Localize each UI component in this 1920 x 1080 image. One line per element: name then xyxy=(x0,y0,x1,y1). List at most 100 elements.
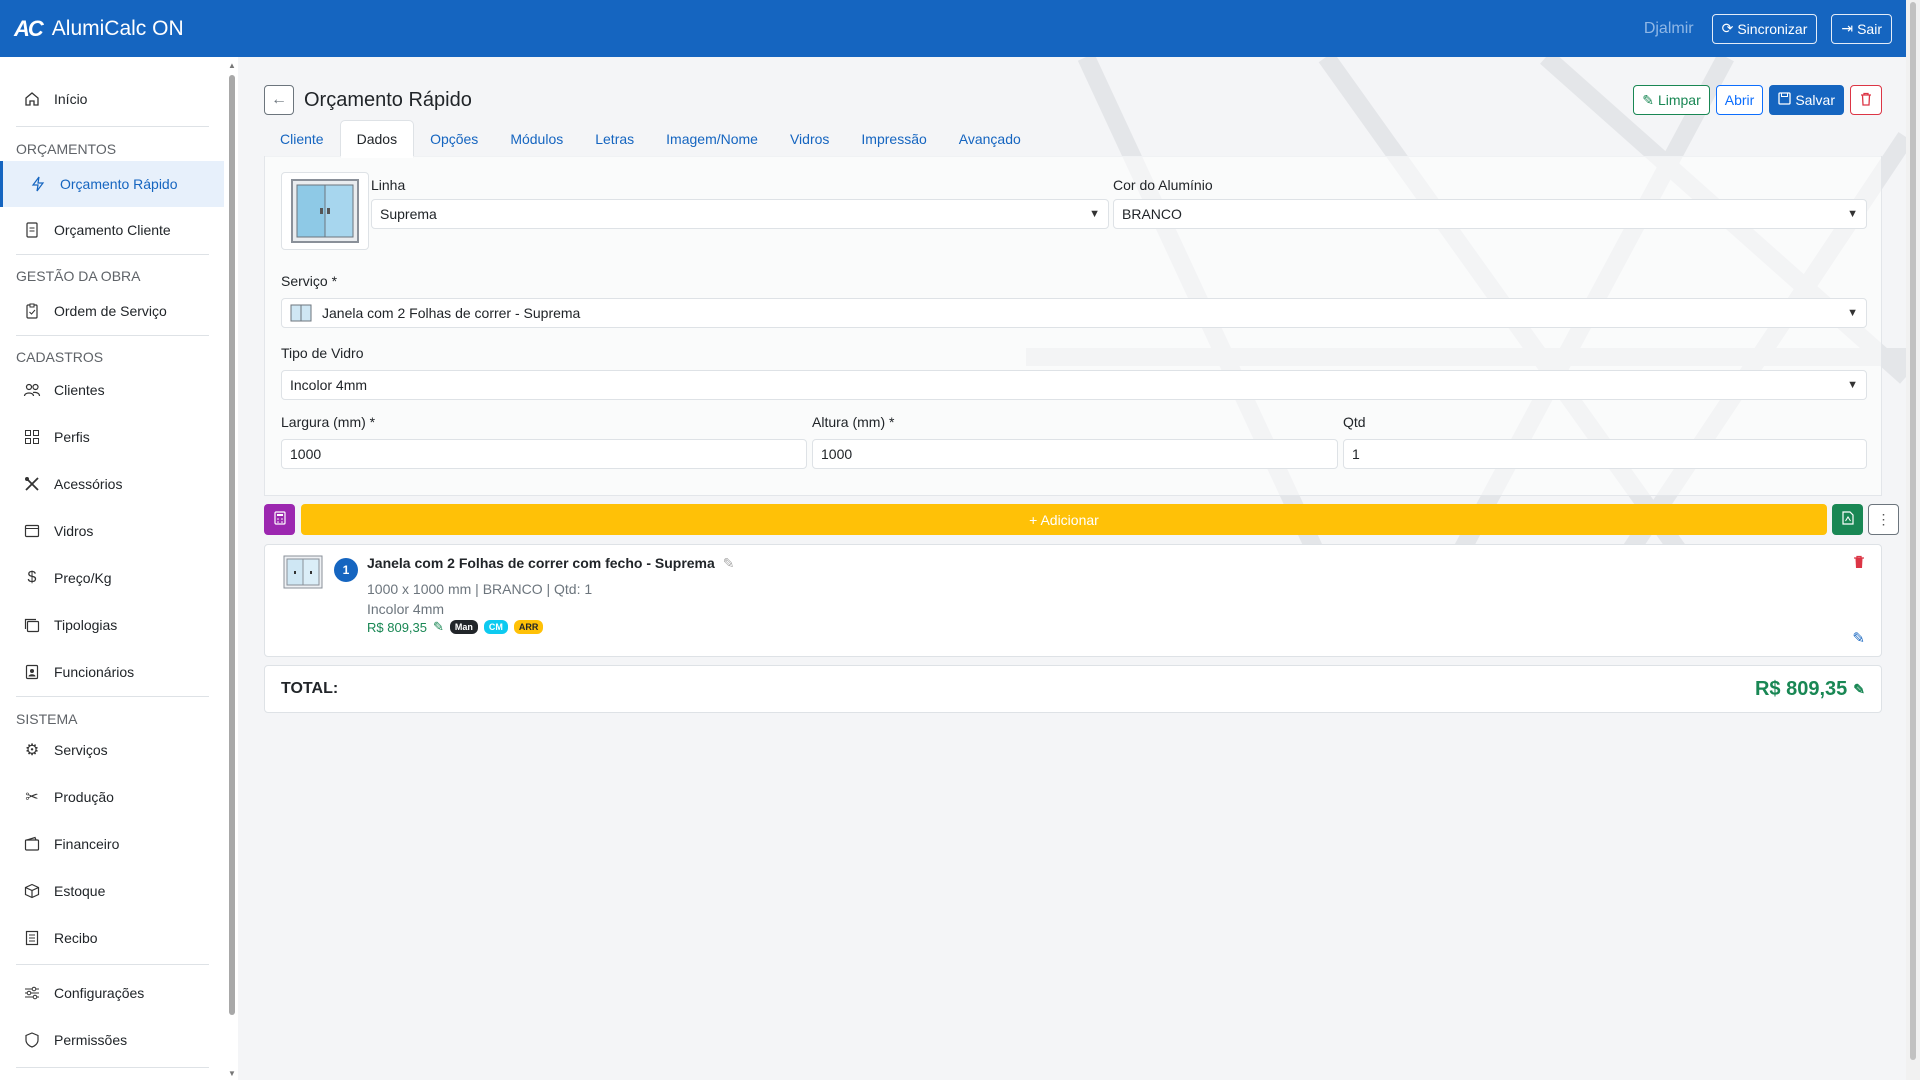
tab-modulos[interactable]: Módulos xyxy=(494,120,579,157)
sidebar-item-tipologias[interactable]: Tipologias xyxy=(0,605,224,645)
people-icon xyxy=(22,380,42,400)
pencil-icon[interactable]: ✎ xyxy=(1853,681,1865,698)
tab-letras[interactable]: Letras xyxy=(579,120,650,157)
item-title[interactable]: Janela com 2 Folhas de correr com fecho … xyxy=(367,555,734,572)
qtd-input[interactable]: 1 xyxy=(1343,439,1867,469)
file-pdf-icon xyxy=(1841,510,1854,529)
badge-man: Man xyxy=(449,620,478,634)
calculator-button[interactable] xyxy=(264,504,295,535)
item-glass: Incolor 4mm xyxy=(367,601,445,617)
tab-vidros[interactable]: Vidros xyxy=(774,120,845,157)
trash-icon xyxy=(1853,555,1865,572)
page-scrollbar-thumb[interactable] xyxy=(1910,2,1916,1060)
tab-avancado[interactable]: Avançado xyxy=(943,120,1037,157)
abrir-button[interactable]: Abrir xyxy=(1715,85,1764,115)
app-name: AlumiCalc ON xyxy=(51,16,184,40)
sidebar-item-ordem-servico[interactable]: Ordem de Serviço xyxy=(0,291,224,331)
arrow-left-icon: ← xyxy=(271,91,287,108)
item-price-row: R$ 809,35 ✎ Man CM ARR xyxy=(367,619,544,635)
sidebar-item-label: Acessórios xyxy=(54,476,123,492)
window-small-icon xyxy=(290,304,312,322)
sidebar-item-label: Serviços xyxy=(54,742,108,758)
page-header: ← Orçamento Rápido ✎ Limpar Abrir Salvar xyxy=(264,84,1882,116)
gear-icon: ⚙ xyxy=(24,742,40,759)
cor-select[interactable]: BRANCO ▼ xyxy=(1113,199,1867,229)
total-value-row: R$ 809,35 ✎ xyxy=(1755,678,1865,701)
divider xyxy=(16,335,209,336)
add-button[interactable]: + Adicionar xyxy=(301,504,1827,535)
sidebar-item-servicos[interactable]: ⚙ Serviços xyxy=(0,730,224,770)
sidebar-item-label: Tipologias xyxy=(54,617,118,633)
lightning-icon xyxy=(28,174,48,194)
pencil-icon[interactable]: ✎ xyxy=(723,555,735,571)
sidebar-item-financeiro[interactable]: Financeiro xyxy=(0,824,224,864)
top-navbar: AC AlumiCalc ON Djalmir ⟳ Sincronizar ⇥ … xyxy=(0,0,1906,57)
logout-button[interactable]: ⇥ Sair xyxy=(1831,13,1892,44)
item-edit-button[interactable]: ✎ xyxy=(1852,629,1865,647)
tab-opcoes[interactable]: Opções xyxy=(414,120,494,157)
sidebar-scrollbar[interactable] xyxy=(227,57,237,1080)
tab-dados[interactable]: Dados xyxy=(339,120,415,158)
sidebar-item-perfis[interactable]: Perfis xyxy=(0,417,224,457)
sidebar-item-configuracoes[interactable]: Configurações xyxy=(0,973,224,1013)
receipt-icon xyxy=(22,928,42,948)
sidebar-item-vidros[interactable]: Vidros xyxy=(0,511,224,551)
delete-button[interactable] xyxy=(1850,85,1882,115)
tools-icon xyxy=(22,474,42,494)
item-delete-button[interactable] xyxy=(1853,555,1865,572)
floppy-icon xyxy=(1778,92,1791,108)
altura-value: 1000 xyxy=(821,446,853,462)
brand[interactable]: AC AlumiCalc ON xyxy=(14,16,184,42)
largura-label: Largura (mm) * xyxy=(281,414,376,430)
sidebar-item-clientes[interactable]: Clientes xyxy=(0,370,224,410)
largura-input[interactable]: 1000 xyxy=(281,439,807,469)
sidebar-item-permissoes[interactable]: Permissões xyxy=(0,1020,224,1060)
sidebar-item-orcamento-rapido[interactable]: Orçamento Rápido xyxy=(0,161,224,207)
chevron-down-icon: ▼ xyxy=(1847,379,1858,391)
pdf-button[interactable] xyxy=(1832,504,1863,535)
sidebar-scroll-down-icon[interactable]: ▼ xyxy=(227,1069,237,1078)
dados-form: Linha Suprema ▼ Cor do Alumínio BRANCO ▼… xyxy=(264,156,1882,496)
chevron-down-icon: ▼ xyxy=(1847,307,1858,319)
sidebar-item-orcamento-cliente[interactable]: Orçamento Cliente xyxy=(0,210,224,250)
grid-icon xyxy=(22,427,42,447)
more-options-button[interactable]: ⋮ xyxy=(1868,504,1899,535)
item-number: 1 xyxy=(334,558,358,582)
abrir-label: Abrir xyxy=(1724,92,1755,108)
home-icon xyxy=(22,89,42,109)
sidebar-item-estoque[interactable]: Estoque xyxy=(0,871,224,911)
sidebar-item-inicio[interactable]: Início xyxy=(0,79,224,119)
total-card: TOTAL: R$ 809,35 ✎ xyxy=(264,665,1882,713)
cor-label: Cor do Alumínio xyxy=(1113,177,1213,193)
pencil-icon: ✎ xyxy=(1642,91,1654,108)
pencil-icon[interactable]: ✎ xyxy=(433,619,444,635)
sidebar-item-producao[interactable]: ✂ Produção xyxy=(0,777,224,817)
servico-select[interactable]: Janela com 2 Folhas de correr - Suprema … xyxy=(281,298,1867,328)
limpar-button[interactable]: ✎ Limpar xyxy=(1633,85,1710,115)
sync-button[interactable]: ⟳ Sincronizar xyxy=(1711,13,1818,44)
sidebar-item-label: Funcionários xyxy=(54,664,135,680)
back-button[interactable]: ← xyxy=(264,85,294,115)
sidebar-item-acessorios[interactable]: Acessórios xyxy=(0,464,224,504)
page-scrollbar[interactable] xyxy=(1906,0,1920,1080)
sidebar-item-recibo[interactable]: Recibo xyxy=(0,918,224,958)
linha-select[interactable]: Suprema ▼ xyxy=(371,199,1109,229)
linha-label: Linha xyxy=(371,177,406,193)
badge-cm: CM xyxy=(483,620,508,634)
sync-label: Sincronizar xyxy=(1737,20,1808,37)
main-content: ← Orçamento Rápido ✎ Limpar Abrir Salvar xyxy=(238,57,1906,1080)
qtd-value: 1 xyxy=(1352,446,1360,462)
tab-cliente[interactable]: Cliente xyxy=(264,120,340,157)
product-thumbnail[interactable] xyxy=(281,172,369,250)
document-icon xyxy=(22,220,42,240)
sidebar-item-preco-kg[interactable]: $ Preço/Kg xyxy=(0,558,224,598)
tab-impressao[interactable]: Impressão xyxy=(845,120,942,157)
salvar-button[interactable]: Salvar xyxy=(1769,85,1844,115)
linha-value: Suprema xyxy=(380,206,437,222)
kebab-icon: ⋮ xyxy=(1876,511,1891,527)
sidebar-scrollbar-thumb[interactable] xyxy=(229,75,235,1015)
altura-input[interactable]: 1000 xyxy=(812,439,1338,469)
sidebar-item-funcionarios[interactable]: Funcionários xyxy=(0,652,224,692)
tab-imagem-nome[interactable]: Imagem/Nome xyxy=(650,120,774,157)
vidro-select[interactable]: Incolor 4mm ▼ xyxy=(281,370,1867,400)
